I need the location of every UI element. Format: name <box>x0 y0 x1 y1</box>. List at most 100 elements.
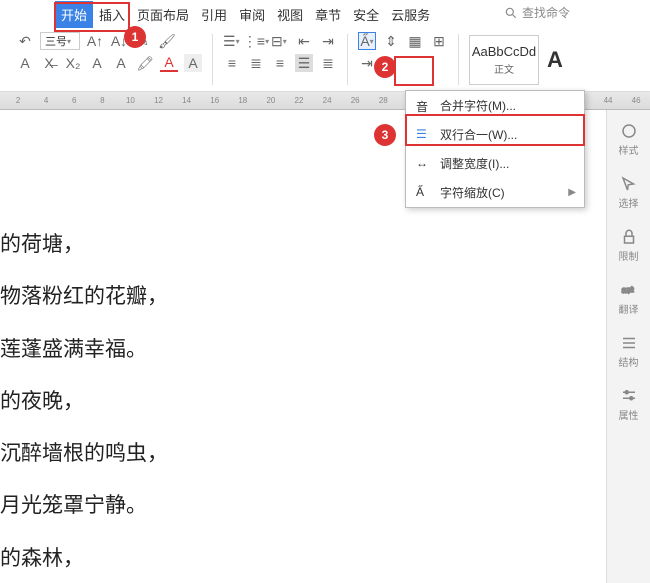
menu-label: 字符缩放(C) <box>440 184 505 201</box>
search-command[interactable]: 查找命令 <box>504 4 570 21</box>
shading-icon[interactable]: ▦ <box>406 32 424 50</box>
sidebar-item-select[interactable]: 选择 <box>619 175 639 210</box>
align-right-icon[interactable]: ≡ <box>271 54 289 72</box>
ruler-mark: 20 <box>257 96 285 105</box>
text-line: 的夜晚， <box>0 377 606 425</box>
menu-tabs: 开始 插入 页面布局 引用 审阅 视图 章节 安全 云服务 查找命令 <box>0 0 650 28</box>
tab-security[interactable]: 安全 <box>347 1 385 28</box>
superscript-icon[interactable]: A <box>88 54 106 72</box>
text-effect-icon[interactable]: A <box>112 54 130 72</box>
strikethrough-icon[interactable]: X̶ <box>40 54 58 72</box>
highlight-icon[interactable]: 🖍 <box>136 54 154 72</box>
tab-start[interactable]: 开始 <box>55 1 93 28</box>
ruler-mark: 12 <box>144 96 172 105</box>
step-badge-1: 1 <box>124 26 146 48</box>
align-center-icon[interactable]: ≣ <box>247 54 265 72</box>
text-line: 的荷塘， <box>0 220 606 268</box>
increase-font-icon[interactable]: A↑ <box>86 32 104 50</box>
subscript-icon[interactable]: X₂ <box>64 54 82 72</box>
ruler-mark: 2 <box>4 96 32 105</box>
number-list-icon[interactable]: ⋮≡▾ <box>247 32 265 50</box>
menu-char-zoom[interactable]: A̋ 字符缩放(C) ▶ <box>406 178 584 207</box>
ruler-mark: 10 <box>116 96 144 105</box>
tab-chapter[interactable]: 章节 <box>309 1 347 28</box>
ruler-mark: 8 <box>88 96 116 105</box>
tab-reference[interactable]: 引用 <box>195 1 233 28</box>
search-icon <box>504 6 518 20</box>
tab-layout[interactable]: 页面布局 <box>131 1 195 28</box>
palette-icon <box>620 122 638 140</box>
text-line: 物落粉红的花瓣， <box>0 272 606 320</box>
divider <box>212 34 213 85</box>
char-zoom-icon: A̋ <box>416 185 432 201</box>
ruler-mark: 16 <box>201 96 229 105</box>
divider <box>458 34 459 85</box>
cursor-icon <box>620 175 638 193</box>
submenu-arrow-icon: ▶ <box>568 187 576 198</box>
sidebar-label: 翻译 <box>619 301 639 316</box>
tab-cloud[interactable]: 云服务 <box>385 1 436 28</box>
align-justify-icon[interactable]: ☰ <box>295 54 313 72</box>
svg-text:a⇄: a⇄ <box>621 285 634 295</box>
increase-indent-icon[interactable]: ⇥ <box>319 32 337 50</box>
text-line: 沉醉墙根的鸣虫， <box>0 429 606 477</box>
ruler-mark: 28 <box>369 96 397 105</box>
text-line: 的森林， <box>0 534 606 582</box>
two-lines-icon: ☰ <box>416 127 432 143</box>
sidebar-item-translate[interactable]: a⇄ 翻译 <box>619 281 639 316</box>
format-painter-icon[interactable]: 🖌 <box>158 32 176 50</box>
align-left-icon[interactable]: ≡ <box>223 54 241 72</box>
sidebar-item-style[interactable]: 样式 <box>619 122 639 157</box>
ruler-mark: 18 <box>229 96 257 105</box>
font-size-select[interactable]: 三号▾ <box>40 32 80 50</box>
text-line: 莲蓬盛满幸福。 <box>0 325 606 373</box>
sidebar-label: 结构 <box>619 354 639 369</box>
multilevel-list-icon[interactable]: ⊟▾ <box>271 32 289 50</box>
style-preview: AaBbCcDd <box>472 44 536 59</box>
ruler-mark: 44 <box>594 96 622 105</box>
decrease-indent-icon[interactable]: ⇤ <box>295 32 313 50</box>
sidebar-label: 属性 <box>619 407 639 422</box>
style-heading-preview[interactable]: A <box>547 47 565 73</box>
sidebar-label: 限制 <box>619 248 639 263</box>
menu-label: 合并字符(M)... <box>440 97 516 114</box>
search-placeholder: 查找命令 <box>522 4 570 21</box>
step-badge-3: 3 <box>374 124 396 146</box>
sidebar-label: 样式 <box>619 142 639 157</box>
style-name: 正文 <box>494 61 514 76</box>
asian-layout-dropdown: ⾳ 合并字符(M)... ☰ 双行合一(W)... ↔ 调整宽度(I)... A… <box>405 90 585 208</box>
undo-icon[interactable]: ↶ <box>16 32 34 50</box>
char-shading-icon[interactable]: A <box>184 54 202 72</box>
menu-label: 调整宽度(I)... <box>440 155 509 172</box>
ruler-mark: 26 <box>341 96 369 105</box>
tab-insert[interactable]: 插入 <box>93 1 131 28</box>
border-icon[interactable]: ⊞ <box>430 32 448 50</box>
font-color-icon[interactable]: A <box>160 54 178 72</box>
sidebar-item-properties[interactable]: 属性 <box>619 387 639 422</box>
tab-view[interactable]: 视图 <box>271 1 309 28</box>
line-spacing-icon[interactable]: ⇕ <box>382 32 400 50</box>
distribute-icon[interactable]: ≣ <box>319 54 337 72</box>
ruler-mark: 22 <box>285 96 313 105</box>
translate-icon: a⇄ <box>620 281 638 299</box>
ribbon-toolbar: ↶ 三号▾ A↑ A↓ ✎ 🖌 A X̶ X₂ A A 🖍 A A ☰▾ ⋮≡▾… <box>0 28 650 92</box>
right-sidebar: 样式 选择 限制 a⇄ 翻译 结构 属性 <box>606 110 650 583</box>
text-line: 月光笼罩宁静。 <box>0 481 606 529</box>
ruler-mark: 14 <box>173 96 201 105</box>
menu-adjust-width[interactable]: ↔ 调整宽度(I)... <box>406 149 584 178</box>
ruler-mark: 4 <box>32 96 60 105</box>
font-a-icon[interactable]: A <box>16 54 34 72</box>
menu-merge-chars[interactable]: ⾳ 合并字符(M)... <box>406 91 584 120</box>
sidebar-item-restrict[interactable]: 限制 <box>619 228 639 263</box>
menu-two-lines-in-one[interactable]: ☰ 双行合一(W)... <box>406 120 584 149</box>
sidebar-item-structure[interactable]: 结构 <box>619 334 639 369</box>
divider <box>347 34 348 85</box>
asian-layout-icon[interactable]: A̋▾ <box>358 32 376 50</box>
adjust-width-icon: ↔ <box>416 156 432 172</box>
structure-icon <box>620 334 638 352</box>
style-normal[interactable]: AaBbCcDd 正文 <box>469 35 539 85</box>
bullet-list-icon[interactable]: ☰▾ <box>223 32 241 50</box>
sliders-icon <box>620 387 638 405</box>
tab-review[interactable]: 审阅 <box>233 1 271 28</box>
step-badge-2: 2 <box>374 56 396 78</box>
